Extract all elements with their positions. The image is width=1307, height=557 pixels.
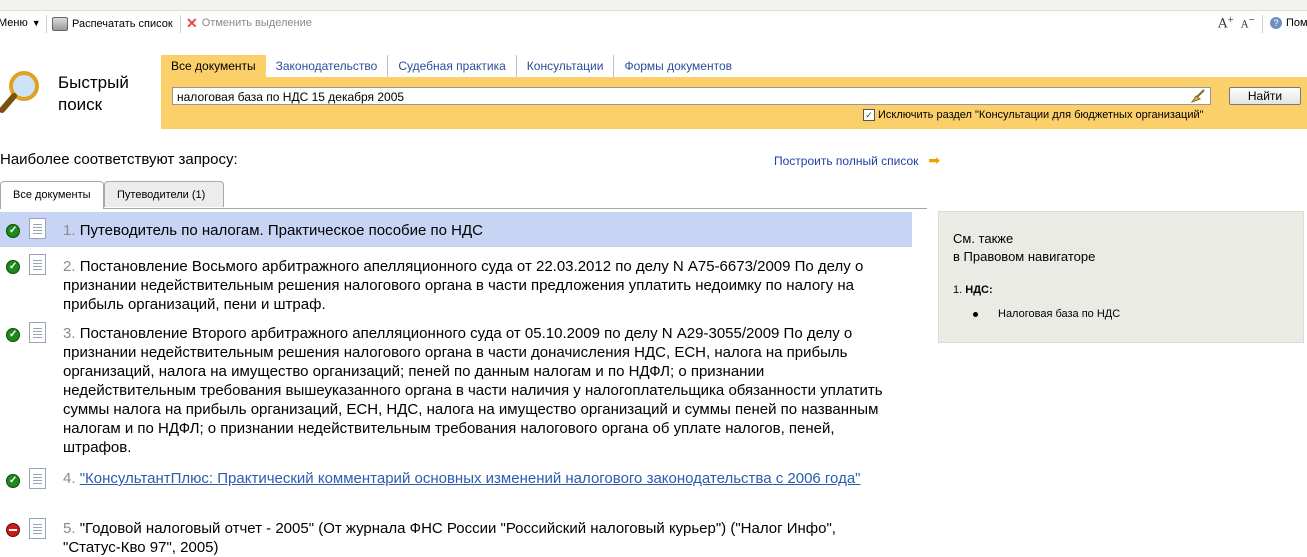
status-ok-icon bbox=[6, 328, 20, 342]
arrow-right-icon: ➡ bbox=[928, 152, 941, 168]
results-heading: Наиболее соответствуют запросу: bbox=[0, 151, 238, 168]
print-list-button[interactable]: Распечатать список bbox=[52, 17, 173, 31]
page-title: Быстрый поиск bbox=[58, 73, 129, 114]
navigator-sub-item[interactable]: Налоговая база по НДС bbox=[973, 308, 1120, 320]
result-number: 4. bbox=[63, 470, 76, 487]
list-item[interactable]: 4. "КонсультантПлюс: Практический коммен… bbox=[0, 466, 912, 508]
result-tab-all-documents[interactable]: Все документы bbox=[0, 181, 104, 209]
side-panel-title: См. также в Правовом навигаторе bbox=[953, 231, 1096, 264]
help-icon: ? bbox=[1270, 17, 1282, 29]
document-icon bbox=[29, 518, 46, 539]
magnifier-icon bbox=[0, 71, 39, 113]
tab-document-forms[interactable]: Формы документов bbox=[614, 55, 742, 77]
search-query: налоговая база по НДС 15 декабря 2005 bbox=[177, 90, 405, 104]
exclude-budget-option[interactable]: ✓ Исключить раздел "Консультации для бюд… bbox=[863, 109, 1204, 121]
menu-label: Меню bbox=[0, 17, 28, 29]
navigator-sub-item-label: Налоговая база по НДС bbox=[998, 308, 1121, 320]
toolbar-divider bbox=[46, 15, 47, 33]
clear-broom-icon[interactable] bbox=[1190, 89, 1206, 103]
printer-icon bbox=[52, 17, 68, 31]
result-number: 3. bbox=[63, 325, 76, 342]
quick-search-logo: Быстрый поиск bbox=[0, 62, 160, 132]
result-title[interactable]: Постановление Восьмого арбитражного апел… bbox=[63, 258, 863, 313]
cancel-label: Отменить выделение bbox=[201, 17, 312, 29]
status-ok-icon bbox=[6, 224, 20, 238]
tab-consultations[interactable]: Консультации bbox=[517, 55, 615, 77]
cancel-selection-button[interactable]: ✕ Отменить выделение bbox=[186, 15, 312, 31]
list-item[interactable]: 5. "Годовой налоговый отчет - 2005" (От … bbox=[0, 516, 912, 556]
result-title[interactable]: "Годовой налоговый отчет - 2005" (От жур… bbox=[63, 520, 836, 556]
list-item[interactable]: 2. Постановление Восьмого арбитражного а… bbox=[0, 254, 912, 314]
toolbar-divider bbox=[1262, 15, 1263, 33]
status-stop-icon bbox=[6, 523, 20, 537]
find-button[interactable]: Найти bbox=[1229, 87, 1301, 105]
result-title-link[interactable]: "КонсультантПлюс: Практический комментар… bbox=[80, 470, 861, 487]
result-title[interactable]: Путеводитель по налогам. Практическое по… bbox=[80, 222, 483, 239]
search-input[interactable]: налоговая база по НДС 15 декабря 2005 bbox=[172, 87, 1211, 105]
search-panel: налоговая база по НДС 15 декабря 2005 На… bbox=[161, 77, 1307, 129]
result-number: 2. bbox=[63, 258, 76, 275]
toolbar: Меню ▼ Распечатать список ✕ Отменить выд… bbox=[0, 0, 1307, 50]
document-icon bbox=[29, 218, 46, 239]
category-tabs: Все документы Законодательство Судебная … bbox=[161, 55, 742, 77]
font-increase-icon[interactable]: A+ bbox=[1218, 15, 1234, 31]
result-title[interactable]: Постановление Второго арбитражного апелл… bbox=[63, 325, 883, 456]
bullet-icon bbox=[973, 311, 978, 317]
toolbar-top-strip bbox=[0, 0, 1307, 11]
document-icon bbox=[29, 468, 46, 489]
tab-legislation[interactable]: Законодательство bbox=[266, 55, 389, 77]
legal-navigator-panel: См. также в Правовом навигаторе 1. НДС: … bbox=[938, 211, 1304, 343]
list-item[interactable]: 1. Путеводитель по налогам. Практическое… bbox=[0, 212, 912, 247]
status-ok-icon bbox=[6, 260, 20, 274]
print-label: Распечатать список bbox=[72, 18, 173, 30]
tab-all-documents[interactable]: Все документы bbox=[161, 55, 266, 77]
menu-button[interactable]: Меню ▼ bbox=[0, 17, 41, 29]
navigator-item[interactable]: 1. НДС: bbox=[953, 284, 993, 296]
font-decrease-icon[interactable]: A− bbox=[1241, 15, 1255, 31]
tab-court-practice[interactable]: Судебная практика bbox=[388, 55, 517, 77]
result-number: 1. bbox=[63, 222, 76, 239]
result-number: 5. bbox=[63, 520, 76, 537]
cancel-icon: ✕ bbox=[186, 15, 198, 31]
help-button[interactable]: ? Пом bbox=[1270, 17, 1307, 29]
list-item[interactable]: 3. Постановление Второго арбитражного ап… bbox=[0, 322, 912, 462]
status-ok-icon bbox=[6, 474, 20, 488]
chevron-down-icon: ▼ bbox=[31, 18, 41, 28]
exclude-label: Исключить раздел "Консультации для бюдже… bbox=[878, 109, 1204, 121]
result-tabs: Все документы Путеводители (1) bbox=[0, 181, 927, 209]
build-full-list-label: Построить полный список bbox=[774, 153, 919, 168]
help-label: Пом bbox=[1286, 17, 1307, 29]
navigator-item-number: 1. bbox=[953, 284, 963, 296]
navigator-item-label: НДС: bbox=[965, 284, 993, 296]
document-icon bbox=[29, 322, 46, 343]
build-full-list-link[interactable]: Построить полный список ➡ bbox=[774, 152, 940, 169]
exclude-checkbox[interactable]: ✓ bbox=[863, 109, 875, 121]
toolbar-divider bbox=[180, 15, 181, 33]
result-tab-guides[interactable]: Путеводители (1) bbox=[104, 181, 224, 207]
document-icon bbox=[29, 254, 46, 275]
